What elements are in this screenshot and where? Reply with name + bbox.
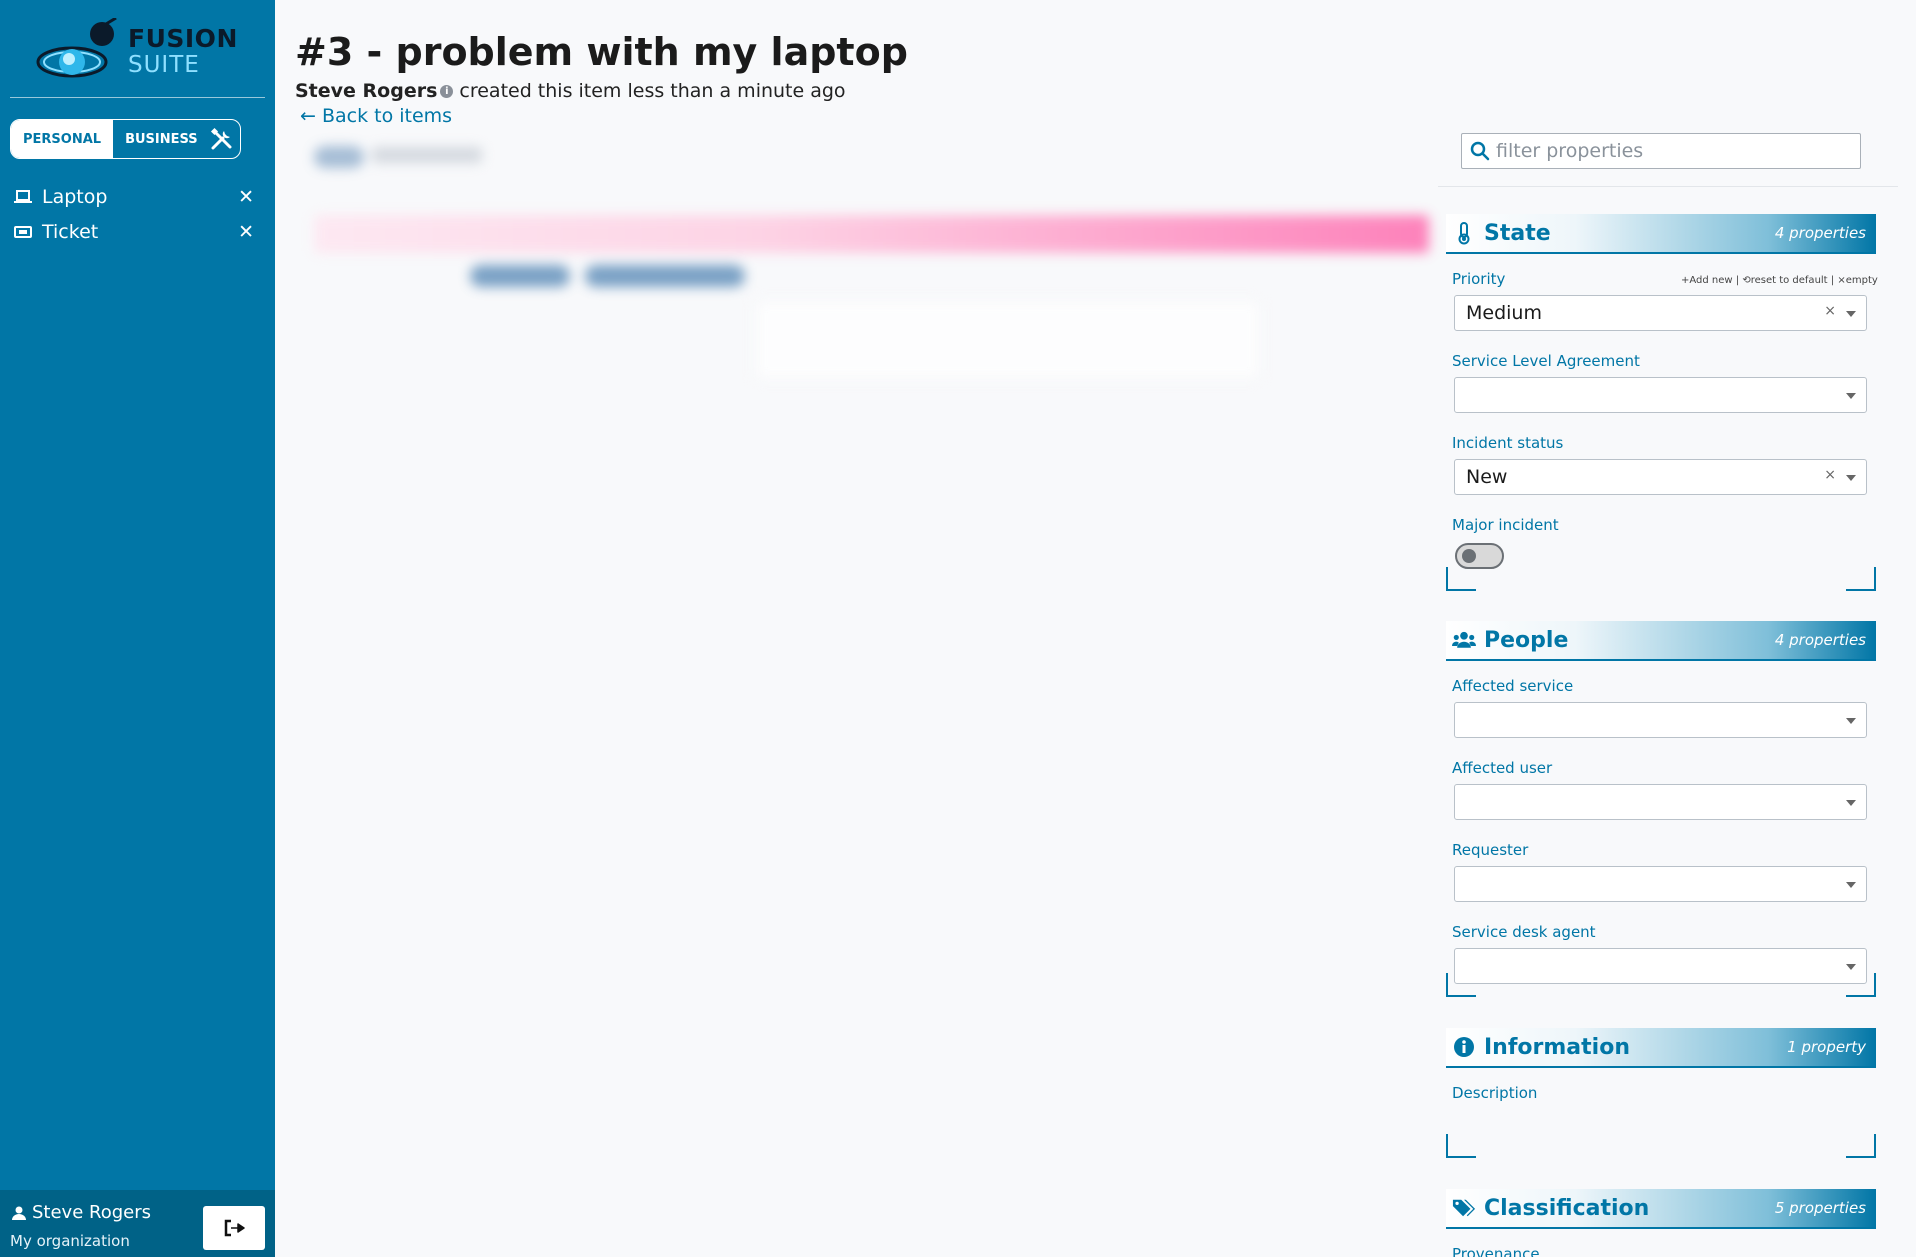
section-corner (1446, 567, 1476, 591)
section-corner (1446, 1134, 1476, 1158)
sidebar: FUSION SUITE PERSONAL BUSINESS Laptop ✕ … (0, 0, 275, 1257)
back-to-items-link[interactable]: ← Back to items (300, 105, 452, 127)
filter-properties-input[interactable] (1496, 140, 1836, 162)
logout-button[interactable] (203, 1206, 265, 1250)
brand-line1: FUSION (128, 24, 238, 53)
priority-value: Medium (1466, 302, 1542, 324)
timeline-chip[interactable] (585, 265, 745, 287)
affected-user-select[interactable] (1454, 784, 1867, 820)
timeline-chip[interactable] (470, 265, 570, 287)
sidebar-item-ticket[interactable]: Ticket ✕ (14, 217, 254, 247)
edit-mode-toggle[interactable] (314, 146, 364, 168)
sidebar-item-label: Ticket (42, 221, 99, 243)
chevron-down-icon[interactable] (1846, 718, 1856, 724)
section-information[interactable]: Information 1 property (1446, 1028, 1876, 1068)
user-bar: Steve Rogers My organization (0, 1190, 275, 1257)
laptop-icon (14, 190, 32, 203)
info-icon[interactable]: i (440, 84, 454, 98)
close-icon[interactable]: ✕ (238, 221, 254, 243)
incident-status-select[interactable]: New × (1454, 459, 1867, 495)
info-circle-icon (1452, 1035, 1476, 1059)
comment-editor[interactable] (755, 300, 1260, 380)
panel-separator (1438, 186, 1898, 187)
chevron-down-icon[interactable] (1846, 800, 1856, 806)
section-title: People (1484, 627, 1569, 653)
section-corner (1846, 567, 1876, 591)
author-name[interactable]: Steve Rogers (295, 80, 437, 102)
search-icon (1470, 141, 1490, 161)
business-mode-button[interactable]: BUSINESS (113, 120, 210, 158)
filter-properties-box (1461, 133, 1861, 169)
page-title: #3 - problem with my laptop (295, 30, 908, 74)
affected-service-label: Affected service (1452, 677, 1574, 695)
chevron-down-icon[interactable] (1846, 393, 1856, 399)
section-corner (1846, 1134, 1876, 1158)
edit-mode-label (372, 147, 482, 163)
close-icon[interactable]: ✕ (238, 186, 254, 208)
provenance-label: Provenance (1452, 1245, 1540, 1257)
property-count: 4 properties (1774, 224, 1866, 242)
timeline-header (314, 215, 1429, 253)
planet-logo-icon (36, 18, 117, 78)
sla-label: Service Level Agreement (1452, 352, 1640, 370)
description-label: Description (1452, 1084, 1538, 1102)
created-text: created this item less than a minute ago (459, 80, 846, 102)
users-icon (1452, 628, 1476, 652)
section-title: State (1484, 220, 1551, 246)
affected-user-label: Affected user (1452, 759, 1553, 777)
property-count: 4 properties (1774, 631, 1866, 649)
mode-switch: PERSONAL BUSINESS (10, 119, 241, 159)
sla-select[interactable] (1454, 377, 1867, 413)
property-count: 5 properties (1774, 1199, 1866, 1217)
chevron-down-icon[interactable] (1846, 964, 1856, 970)
sidebar-divider (10, 97, 265, 98)
service-desk-agent-label: Service desk agent (1452, 923, 1596, 941)
user-organization: My organization (10, 1232, 130, 1250)
incident-status-value: New (1466, 466, 1508, 488)
created-line: Steve Rogers i created this item less th… (295, 80, 846, 102)
property-count: 1 property (1787, 1038, 1866, 1056)
chevron-down-icon[interactable] (1846, 311, 1856, 317)
blurred-editor-area (300, 135, 1440, 405)
toggle-knob (1462, 549, 1476, 563)
affected-service-select[interactable] (1454, 702, 1867, 738)
logout-icon (224, 1219, 245, 1237)
tools-icon[interactable] (210, 127, 234, 151)
requester-label: Requester (1452, 841, 1529, 859)
ticket-icon (14, 226, 32, 238)
priority-actions[interactable]: +Add new | ⟲reset to default | ×empty (1681, 275, 1878, 286)
requester-select[interactable] (1454, 866, 1867, 902)
user-name[interactable]: Steve Rogers (12, 1202, 151, 1223)
user-icon (12, 1206, 26, 1220)
clear-icon[interactable]: × (1824, 467, 1836, 483)
priority-label: Priority (1452, 270, 1506, 288)
brand-line2: SUITE (128, 52, 200, 78)
thermometer-icon (1452, 221, 1476, 245)
section-classification[interactable]: Classification 5 properties (1446, 1189, 1876, 1229)
tags-icon (1452, 1196, 1476, 1220)
chevron-down-icon[interactable] (1846, 475, 1856, 481)
major-incident-toggle[interactable] (1455, 543, 1504, 569)
major-incident-label: Major incident (1452, 516, 1559, 534)
chevron-down-icon[interactable] (1846, 882, 1856, 888)
section-people[interactable]: People 4 properties (1446, 621, 1876, 661)
section-state[interactable]: State 4 properties (1446, 214, 1876, 254)
sidebar-item-laptop[interactable]: Laptop ✕ (14, 182, 254, 212)
incident-status-label: Incident status (1452, 434, 1564, 452)
section-title: Information (1484, 1034, 1630, 1060)
fusion-suite-logo[interactable]: FUSION SUITE (36, 18, 238, 86)
service-desk-agent-select[interactable] (1454, 948, 1867, 984)
clear-icon[interactable]: × (1824, 303, 1836, 319)
priority-select[interactable]: Medium × (1454, 295, 1867, 331)
sidebar-item-label: Laptop (42, 186, 108, 208)
section-title: Classification (1484, 1195, 1650, 1221)
personal-mode-button[interactable]: PERSONAL (11, 120, 114, 158)
